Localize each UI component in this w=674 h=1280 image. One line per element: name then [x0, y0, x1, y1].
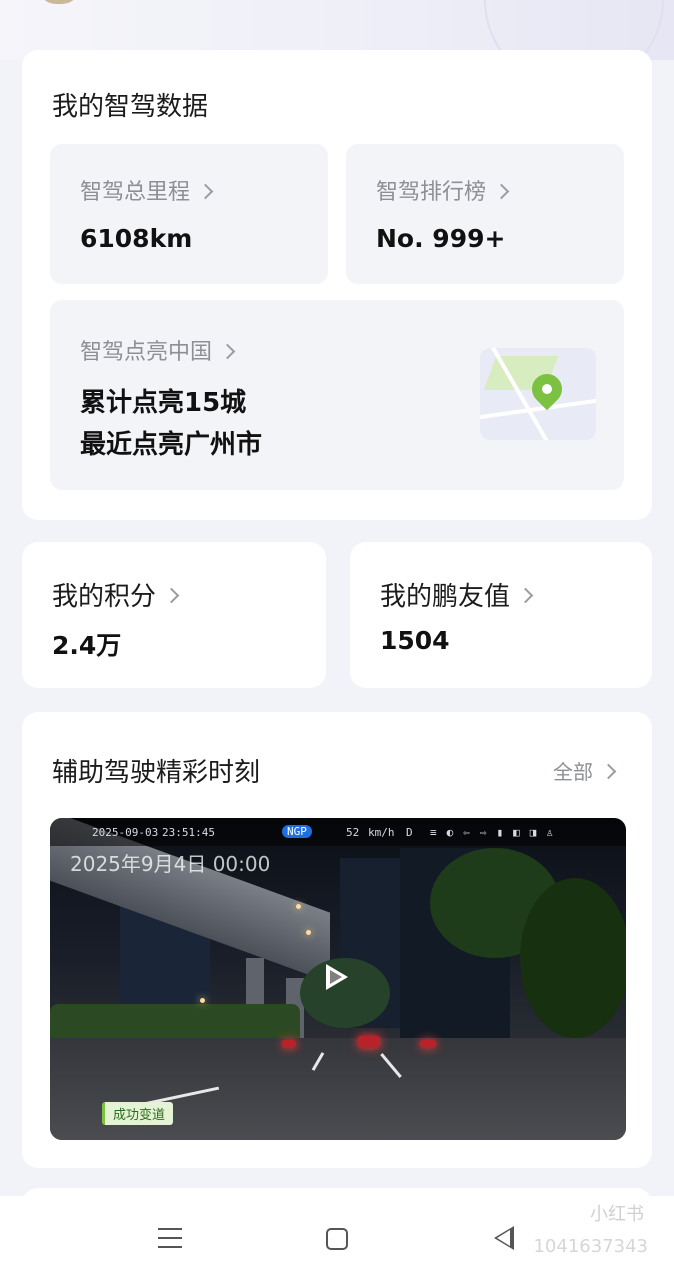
view-all-link[interactable]: 全部: [553, 756, 617, 785]
cities-count: 累计点亮15城: [80, 388, 247, 418]
friend-value-label-text: 我的鹏友值: [380, 582, 511, 612]
watermark-brand: 小红书: [590, 1204, 644, 1225]
card-title: 我的智驾数据: [52, 92, 209, 122]
highlights-card: 辅助驾驶精彩时刻 全部 2025-09-03 23:51:45 NGP 52 k…: [22, 712, 652, 1168]
ranking-value: No. 999+: [376, 224, 506, 253]
map-pin-icon: [480, 348, 596, 440]
points-label: 我的积分: [52, 576, 180, 613]
menu-icon[interactable]: [158, 1228, 182, 1248]
tree: [520, 878, 626, 1038]
hud-time: 23:51:45: [162, 826, 215, 839]
cities-label-text: 智驾点亮中国: [80, 340, 213, 365]
friend-value-label: 我的鹏友值: [380, 576, 534, 613]
friend-value-card[interactable]: 我的鹏友值 1504: [350, 542, 652, 688]
dashcam-hud: 2025-09-03 23:51:45 NGP 52 km/h D ≡◐⇦⇨▮◧…: [50, 818, 626, 846]
watermark-id: 1041637343: [533, 1236, 648, 1257]
cities-tile[interactable]: 智驾点亮中国 累计点亮15城 最近点亮广州市: [50, 300, 624, 490]
driving-data-card: 我的智驾数据 智驾总里程 6108km 智驾排行榜 No. 999+ 智驾点亮中…: [22, 50, 652, 520]
street-light: [296, 904, 301, 909]
back-icon[interactable]: [494, 1226, 514, 1250]
chevron-right-icon: [219, 343, 236, 359]
play-icon[interactable]: [326, 964, 348, 990]
view-all-label: 全部: [553, 760, 593, 784]
chevron-right-icon: [163, 587, 180, 604]
points-value: 2.4万: [52, 631, 122, 660]
ranking-tile[interactable]: 智驾排行榜 No. 999+: [346, 144, 624, 284]
highlight-video[interactable]: 2025-09-03 23:51:45 NGP 52 km/h D ≡◐⇦⇨▮◧…: [50, 818, 626, 1140]
hud-ngp-badge: NGP: [282, 825, 312, 838]
lane-change-tag: 成功变道: [102, 1102, 174, 1125]
cities-label: 智驾点亮中国: [80, 334, 236, 366]
hud-date: 2025-09-03: [92, 826, 159, 839]
hud-gear: D: [406, 826, 413, 839]
car-taillight: [282, 1040, 296, 1048]
home-icon[interactable]: [326, 1228, 348, 1250]
highlights-title: 辅助驾驶精彩时刻: [52, 758, 261, 788]
points-card[interactable]: 我的积分 2.4万: [22, 542, 326, 688]
ranking-label: 智驾排行榜: [376, 174, 510, 206]
mileage-tile[interactable]: 智驾总里程 6108km: [50, 144, 328, 284]
mileage-value: 6108km: [80, 224, 193, 253]
chevron-right-icon: [600, 763, 617, 780]
hud-status-icons: ≡◐⇦⇨▮◧◨♙: [430, 826, 563, 839]
friend-value-value: 1504: [380, 626, 450, 655]
mileage-label-text: 智驾总里程: [80, 180, 191, 205]
hud-speed-unit: km/h: [368, 826, 395, 839]
street-light: [306, 930, 311, 935]
car-taillight: [358, 1036, 380, 1048]
street-light: [200, 998, 205, 1003]
ranking-label-text: 智驾排行榜: [376, 180, 487, 205]
car-taillight: [420, 1040, 436, 1048]
video-timestamp: 2025年9月4日 00:00: [70, 852, 271, 876]
chevron-right-icon: [197, 183, 214, 199]
avatar[interactable]: [38, 0, 80, 4]
points-label-text: 我的积分: [52, 582, 157, 612]
recent-city: 最近点亮广州市: [80, 430, 263, 460]
hud-speed: 52: [346, 826, 360, 839]
mileage-label: 智驾总里程: [80, 174, 214, 206]
chevron-right-icon: [517, 587, 534, 604]
chevron-right-icon: [493, 183, 510, 199]
